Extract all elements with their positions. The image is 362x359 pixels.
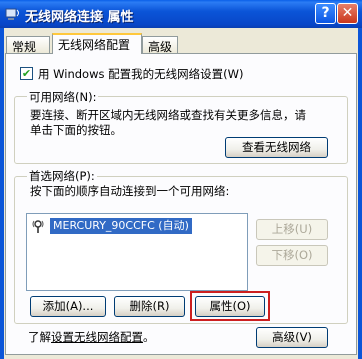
remove-button[interactable]: 删除(R) xyxy=(114,296,185,317)
use-windows-checkbox[interactable]: ✔ xyxy=(20,67,33,80)
tab-wireless-networks[interactable]: 无线网络配置 xyxy=(52,33,142,54)
properties-button[interactable]: 属性(O) xyxy=(195,296,265,317)
wireless-config-link[interactable]: 设置无线网络配置 xyxy=(51,330,143,344)
tab-advanced[interactable]: 高级 xyxy=(142,36,178,54)
learn-suffix: 。 xyxy=(143,330,155,344)
advanced-button[interactable]: 高级(V) xyxy=(256,327,328,348)
help-button[interactable]: ? xyxy=(315,3,336,24)
network-antenna-icon xyxy=(32,220,44,233)
preferred-networks-description: 按下面的顺序自动连接到一个可用网络: xyxy=(30,184,230,198)
preferred-networks-legend: 首选网络(P): xyxy=(27,168,97,184)
list-item[interactable]: MERCURY_90CCFC (自动) xyxy=(30,218,245,234)
available-networks-description-1: 要连接、断开区域内无线网络或查找有关更多信息，请 xyxy=(30,108,306,122)
tab-general[interactable]: 常规 xyxy=(6,36,50,54)
title-bar[interactable]: 无线网络连接 属性 ? ✕ xyxy=(0,0,362,28)
window-frame-right xyxy=(358,28,362,359)
learn-more-text: 了解设置无线网络配置。 xyxy=(28,329,155,345)
network-item-label: MERCURY_90CCFC (自动) xyxy=(50,218,192,234)
window-title: 无线网络连接 属性 xyxy=(25,10,134,25)
network-connection-icon xyxy=(5,8,19,20)
preferred-networks-list[interactable]: MERCURY_90CCFC (自动) xyxy=(26,213,248,291)
add-button[interactable]: 添加(A)... xyxy=(30,296,106,317)
window-frame-left xyxy=(0,28,4,359)
learn-prefix: 了解 xyxy=(28,330,51,344)
move-up-button[interactable]: 上移(U) xyxy=(256,219,328,240)
close-button[interactable]: ✕ xyxy=(337,3,358,24)
view-wireless-networks-button[interactable]: 查看无线网络 xyxy=(225,137,328,158)
available-networks-description-2: 单击下面的按钮。 xyxy=(30,123,122,137)
move-down-button[interactable]: 下移(O) xyxy=(256,245,328,266)
use-windows-checkbox-label[interactable]: 用 Windows 配置我的无线网络设置(W) xyxy=(38,66,244,82)
available-networks-legend: 可用网络(N): xyxy=(27,89,99,105)
